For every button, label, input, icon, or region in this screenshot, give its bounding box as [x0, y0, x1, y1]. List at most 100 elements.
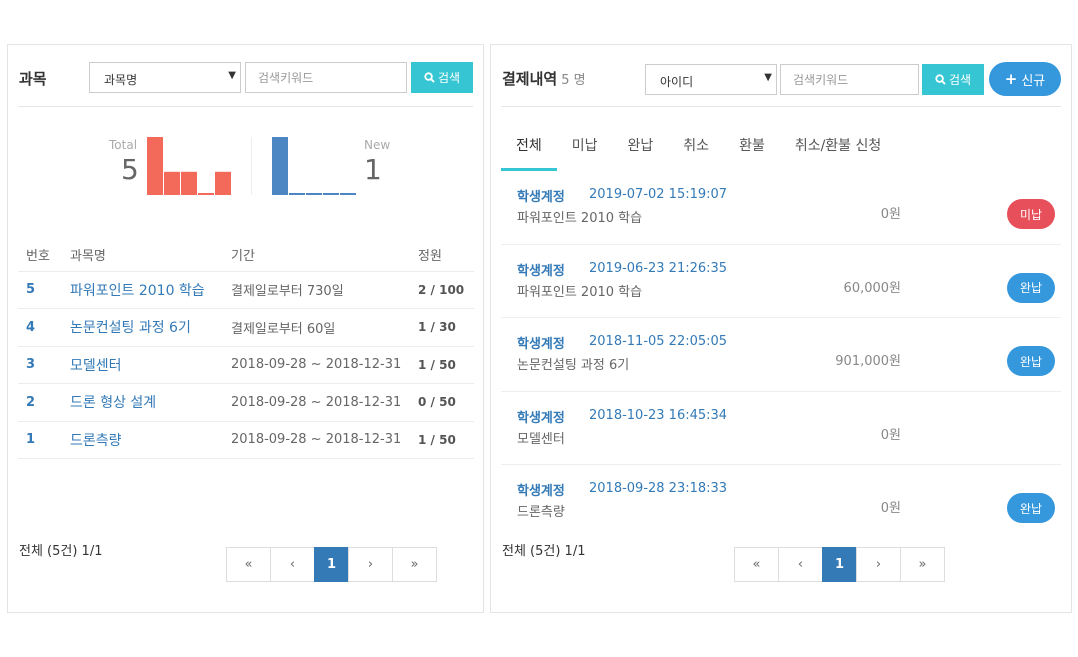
chart-bar — [272, 137, 288, 195]
payment-search-button[interactable]: 검색 — [922, 64, 984, 95]
chart-bar — [198, 193, 214, 195]
new-value: 1 — [364, 153, 382, 186]
payment-date: 2018-10-23 16:45:34 — [589, 407, 728, 423]
payment-date: 2019-07-02 15:19:07 — [589, 187, 728, 202]
payment-list: 학생계정 2019-07-02 15:19:07 파워포인트 2010 학습 0… — [501, 171, 1061, 539]
table-row[interactable]: 2 드론 형상 설계 2018-09-28 ~ 2018-12-31 0 / 5… — [18, 383, 474, 422]
payments-footer-count: 전체 (5건) 1/1 — [502, 544, 586, 559]
tab-refund[interactable]: 환불 — [724, 135, 780, 171]
table-row[interactable]: 1 드론측량 2018-09-28 ~ 2018-12-31 1 / 50 — [18, 421, 474, 459]
row-name-link[interactable]: 모델센터 — [62, 346, 223, 384]
pager-next-button[interactable]: › — [348, 547, 393, 582]
pager-prev-button[interactable]: ‹ — [270, 547, 315, 582]
payment-user[interactable]: 학생계정 — [517, 260, 565, 279]
new-label: New — [364, 138, 391, 152]
payments-panel: 결제내역5 명 아이디 ▼ 검색 + 신규 전체 미납 완납 취소 환불 취소/… — [490, 44, 1072, 613]
row-capacity: 1 / 30 — [410, 308, 474, 347]
row-period: 결제일로부터 730일 — [223, 271, 410, 309]
tab-paid[interactable]: 완납 — [613, 135, 669, 171]
payment-filter-select[interactable]: 아이디 ▼ — [645, 64, 777, 95]
subjects-footer-count: 전체 (5건) 1/1 — [19, 544, 103, 559]
list-item[interactable]: 학생계정 2018-11-05 22:05:05 논문컨설팅 과정 6기 901… — [501, 318, 1061, 392]
row-name-link[interactable]: 파워포인트 2010 학습 — [62, 271, 223, 309]
row-period: 2018-09-28 ~ 2018-12-31 — [223, 421, 410, 459]
payment-course: 드론측량 — [517, 505, 565, 521]
payment-course: 파워포인트 2010 학습 — [517, 284, 643, 300]
search-icon — [424, 72, 435, 83]
pager-first-button[interactable]: « — [226, 547, 271, 582]
status-badge-paid[interactable]: 완납 — [1007, 272, 1055, 303]
chart-bar — [164, 171, 180, 195]
row-number: 4 — [18, 308, 62, 347]
subjects-table: 번호 과목명 기간 정원 5 파워포인트 2010 학습 결제일로부터 730일… — [18, 239, 474, 459]
table-row[interactable]: 5 파워포인트 2010 학습 결제일로부터 730일 2 / 100 — [18, 271, 474, 309]
new-bar-chart — [272, 137, 356, 195]
status-badge-unpaid[interactable]: 미납 — [1007, 199, 1055, 229]
col-period: 기간 — [223, 239, 410, 272]
tab-cancel-refund-request[interactable]: 취소/환불 신청 — [780, 135, 896, 171]
payment-search-input[interactable] — [780, 64, 919, 95]
payment-amount: 0원 — [880, 427, 901, 443]
payment-date: 2018-09-28 23:18:33 — [589, 481, 728, 497]
payment-amount: 0원 — [880, 501, 901, 517]
table-row[interactable]: 4 논문컨설팅 과정 6기 결제일로부터 60일 1 / 30 — [18, 308, 474, 347]
status-badge-paid[interactable]: 완납 — [1007, 493, 1055, 524]
pager-next-button[interactable]: › — [856, 547, 901, 582]
payments-pagination: « ‹ 1 › » — [734, 547, 945, 582]
total-bar-chart — [147, 137, 231, 195]
chart-bar — [181, 171, 197, 195]
tab-unpaid[interactable]: 미납 — [557, 135, 613, 171]
pager-last-button[interactable]: » — [900, 547, 945, 582]
chart-bar — [147, 137, 163, 195]
stat-divider — [251, 137, 252, 195]
new-payment-label: 신규 — [1021, 73, 1046, 89]
chart-bar — [340, 193, 356, 195]
pager-page-1[interactable]: 1 — [822, 547, 857, 582]
payments-title-wrap: 결제내역 5 명 — [502, 68, 586, 89]
pager-prev-button[interactable]: ‹ — [778, 547, 823, 582]
tab-all[interactable]: 전체 — [501, 135, 557, 171]
col-capacity: 정원 — [410, 239, 474, 272]
total-label: Total — [109, 138, 138, 152]
list-item[interactable]: 학생계정 2019-07-02 15:19:07 파워포인트 2010 학습 0… — [501, 171, 1061, 245]
row-name-link[interactable]: 드론측량 — [62, 421, 223, 459]
tab-cancel[interactable]: 취소 — [668, 135, 724, 171]
list-item[interactable]: 학생계정 2018-09-28 23:18:33 드론측량 0원 완납 — [501, 465, 1061, 539]
subjects-panel: 과목 과목명 ▼ 검색 Total 5 New 1 번호 과목명 기간 정원 5 — [7, 44, 484, 613]
payment-user[interactable]: 학생계정 — [517, 480, 565, 499]
payment-date: 2018-11-05 22:05:05 — [589, 334, 728, 350]
subject-filter-select[interactable]: 과목명 ▼ — [89, 62, 241, 93]
payment-amount: 0원 — [880, 207, 901, 222]
pager-first-button[interactable]: « — [734, 547, 779, 582]
new-payment-button[interactable]: + 신규 — [989, 62, 1061, 96]
row-name-link[interactable]: 논문컨설팅 과정 6기 — [62, 308, 223, 347]
payment-user[interactable]: 학생계정 — [517, 186, 565, 205]
pager-last-button[interactable]: » — [392, 547, 437, 582]
pager-page-1[interactable]: 1 — [314, 547, 349, 582]
col-name: 과목명 — [62, 239, 223, 272]
payments-title: 결제내역 — [502, 70, 558, 88]
list-item[interactable]: 학생계정 2018-10-23 16:45:34 모델센터 0원 — [501, 392, 1061, 466]
row-name-link[interactable]: 드론 형상 설계 — [62, 383, 223, 422]
row-number: 2 — [18, 383, 62, 422]
status-badge-paid[interactable]: 완납 — [1007, 346, 1055, 377]
row-capacity: 1 / 50 — [410, 421, 474, 459]
row-capacity: 2 / 100 — [410, 271, 474, 309]
subject-search-button[interactable]: 검색 — [411, 62, 473, 93]
payment-user[interactable]: 학생계정 — [517, 333, 565, 352]
chart-bar — [306, 193, 322, 195]
payment-user[interactable]: 학생계정 — [517, 407, 565, 426]
table-row[interactable]: 3 모델센터 2018-09-28 ~ 2018-12-31 1 / 50 — [18, 346, 474, 384]
subjects-pagination: « ‹ 1 › » — [226, 547, 437, 582]
payments-header: 결제내역5 명 아이디 ▼ 검색 + 신규 — [491, 45, 1071, 107]
subject-search-input[interactable] — [245, 62, 407, 93]
row-period: 2018-09-28 ~ 2018-12-31 — [223, 346, 410, 384]
search-icon — [935, 74, 946, 85]
row-number: 3 — [18, 346, 62, 384]
list-item[interactable]: 학생계정 2019-06-23 21:26:35 파워포인트 2010 학습 6… — [501, 245, 1061, 319]
chart-bar — [289, 193, 305, 195]
plus-icon: + — [1004, 70, 1018, 88]
row-period: 2018-09-28 ~ 2018-12-31 — [223, 383, 410, 422]
chart-bar — [215, 171, 231, 195]
dropdown-arrow-icon: ▼ — [228, 70, 236, 81]
